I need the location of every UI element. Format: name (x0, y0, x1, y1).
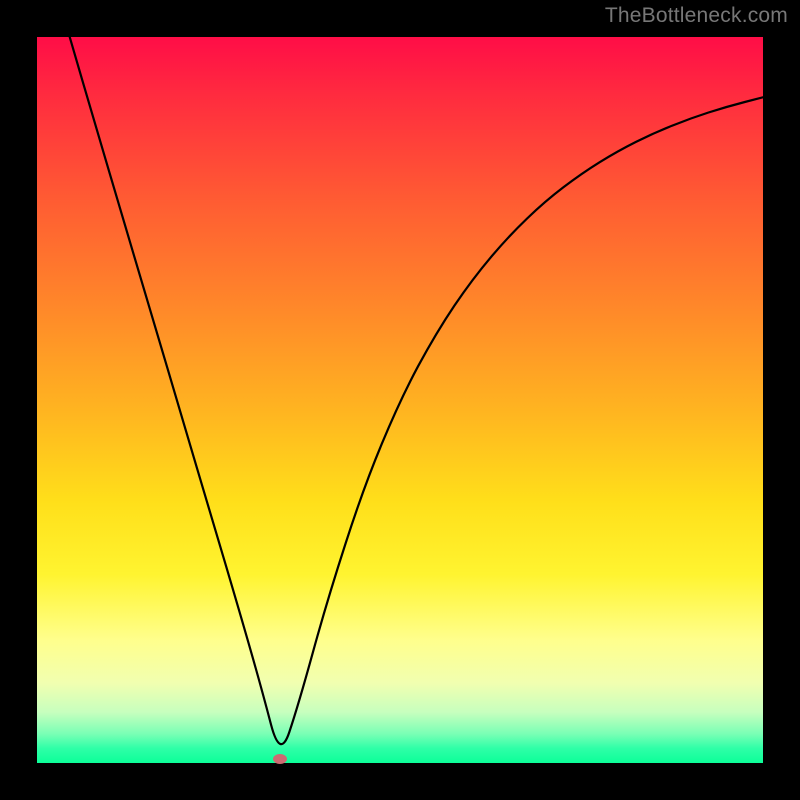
plot-area (37, 37, 763, 763)
bottleneck-curve (70, 37, 763, 744)
curve-svg (37, 37, 763, 763)
chart-frame: TheBottleneck.com (0, 0, 800, 800)
watermark-text: TheBottleneck.com (605, 4, 788, 28)
